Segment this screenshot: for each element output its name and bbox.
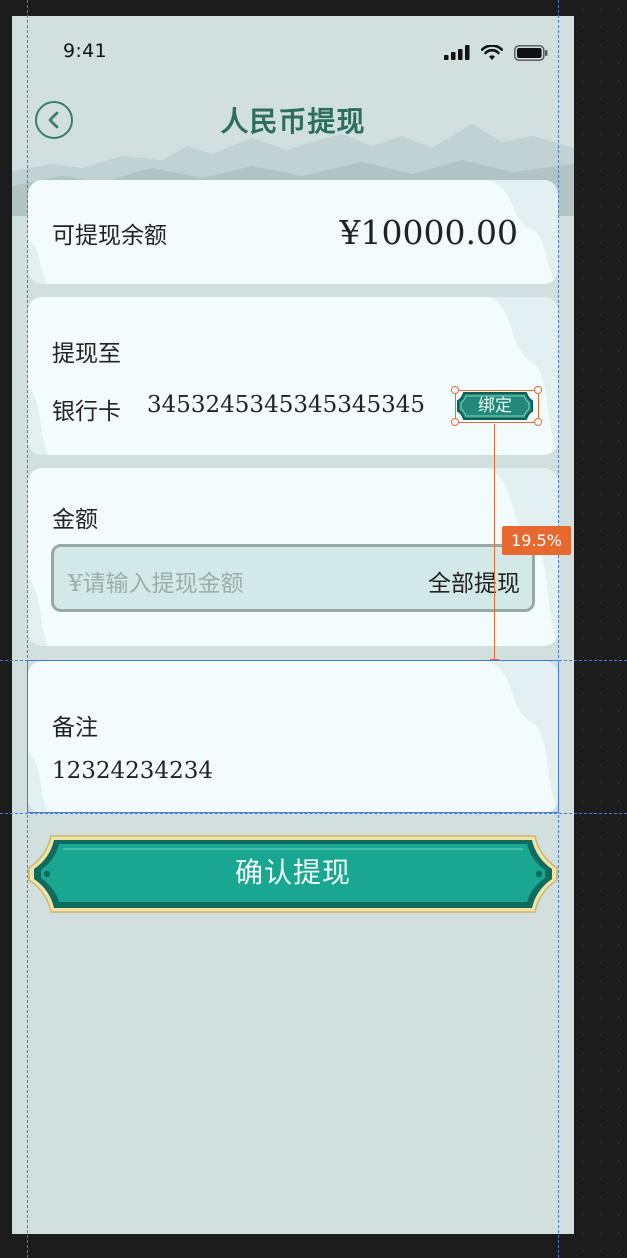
- measure-badge: 19.5%: [502, 526, 571, 555]
- battery-icon: [514, 44, 548, 61]
- wifi-icon: [480, 44, 503, 60]
- selection-outline: [455, 390, 539, 423]
- balance-card: 可提现余额 ¥10000.00: [28, 180, 558, 284]
- amount-input[interactable]: ¥请输入提现金额 全部提现: [51, 544, 535, 612]
- card-decoration: [488, 297, 558, 455]
- amount-placeholder: ¥请输入提现金额: [68, 571, 244, 597]
- selection-handle: [451, 418, 459, 426]
- phone-screen: 9:41 人民币提现 可提现余额 ¥10000.00 提现至 银行卡 34532…: [12, 16, 574, 1234]
- page-title: 人民币提现: [220, 105, 366, 138]
- selection-handle: [534, 418, 542, 426]
- selection-handle: [451, 386, 459, 394]
- guide-line: [27, 0, 28, 1258]
- measure-line: [494, 424, 495, 660]
- withdraw-to-label: 提现至: [52, 341, 121, 367]
- amount-card: 金额 ¥请输入提现金额 全部提现: [28, 468, 558, 646]
- guide-line: [0, 813, 627, 814]
- guide-line: [558, 0, 559, 1258]
- status-time: 9:41: [63, 40, 107, 62]
- design-canvas-background: [574, 0, 627, 1258]
- confirm-label: 确认提现: [234, 856, 351, 889]
- measure-cap: [490, 659, 499, 660]
- guide-selection-box: [27, 660, 559, 813]
- withdraw-all-button[interactable]: 全部提现: [428, 564, 520, 598]
- amount-label: 金额: [52, 507, 98, 533]
- selection-handle: [534, 386, 542, 394]
- withdraw-to-card: 提现至 银行卡 3453245345345345345 绑定: [28, 297, 558, 455]
- status-icons: [438, 42, 548, 61]
- signal-icon: [443, 45, 470, 60]
- confirm-withdraw-button[interactable]: 确认提现: [27, 834, 559, 914]
- account-number: 3453245345345345345: [147, 392, 426, 418]
- card-decoration: [28, 387, 48, 455]
- balance-amount: ¥10000.00: [339, 213, 518, 252]
- balance-label: 可提现余额: [52, 223, 167, 249]
- account-type: 银行卡: [52, 399, 121, 425]
